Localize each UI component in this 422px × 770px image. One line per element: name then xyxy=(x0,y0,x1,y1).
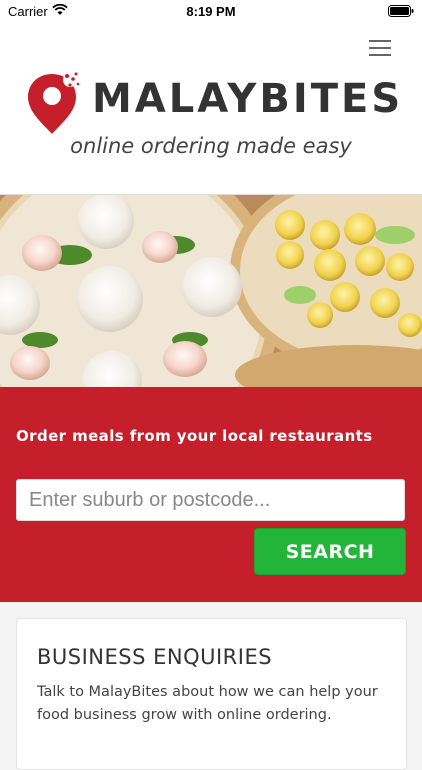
hamburger-menu-icon[interactable] xyxy=(362,38,398,60)
battery-icon xyxy=(388,5,414,17)
hero-food-image xyxy=(0,195,422,387)
brand-tagline: online ordering made easy xyxy=(70,134,352,158)
brand-name: MALAYBITES xyxy=(92,76,404,122)
site-header: MALAYBITES online ordering made easy xyxy=(0,24,422,195)
location-pin-logo-icon xyxy=(28,72,80,134)
suburb-search-input[interactable] xyxy=(16,479,405,521)
order-heading: Order meals from your local restaurants xyxy=(16,427,373,445)
order-panel: Order meals from your local restaurants … xyxy=(0,387,422,602)
enquiries-text: Talk to MalayBites about how we can help… xyxy=(37,684,378,723)
status-bar: Carrier 8:19 PM xyxy=(0,0,422,24)
search-button[interactable]: SEARCH xyxy=(254,528,406,575)
dumplings-image xyxy=(0,195,422,387)
status-time: 8:19 PM xyxy=(186,4,236,19)
enquiries-title: BUSINESS ENQUIRIES xyxy=(37,645,273,669)
business-enquiries-card: BUSINESS ENQUIRIES Talk to MalayBites ab… xyxy=(16,618,407,770)
